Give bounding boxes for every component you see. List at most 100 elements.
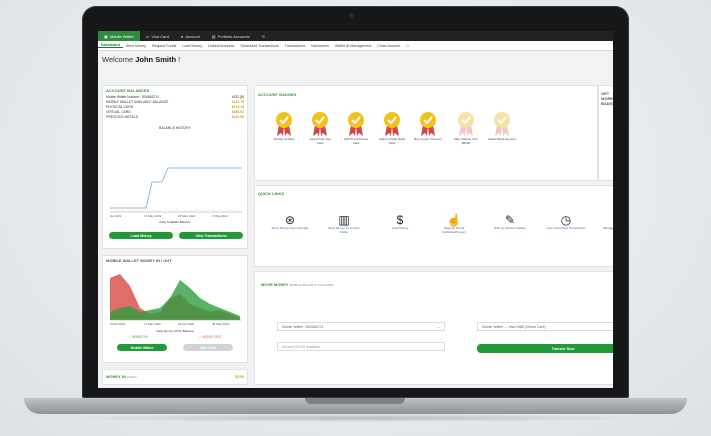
medal-icon — [494, 112, 510, 136]
view-transactions-button[interactable]: View Transactions — [179, 232, 243, 239]
envelope-icon[interactable]: ✉ — [256, 31, 271, 41]
card-title: ACCOUNT BALANCES — [106, 88, 150, 93]
visa-card-button[interactable]: Visa Card — [183, 344, 233, 351]
balance-label: PRECIOUS METALS — [106, 115, 138, 119]
tab-label: Portfolio Accounts — [217, 33, 250, 39]
badge-item: Add Virtual Visa Card — [306, 111, 334, 145]
quick-link[interactable]: ◷ View Scheduled Transactions — [546, 213, 586, 231]
welcome-heading: Welcome John Smith ! — [102, 55, 180, 64]
badge-label: Attach Credit/ Debit Card — [378, 137, 405, 145]
top-menu: ▣ Mobile Wallet ▭ Visa Card ● Account ▤ Port… — [98, 31, 613, 41]
nav-load-money[interactable]: Load Money — [179, 44, 205, 48]
medal-icon — [458, 112, 474, 136]
nav-transactions[interactable]: Transactions — [282, 44, 308, 48]
badge-label: Map Cheque Turn $5000 — [453, 137, 478, 145]
card-icon: ▭ — [145, 33, 150, 39]
medal-icon — [420, 112, 436, 136]
nav-send-money[interactable]: Send Money — [123, 44, 149, 48]
medal-icon — [276, 112, 292, 136]
badge-item: Add Physical Visa Card — [342, 111, 370, 145]
from-account-select[interactable]: Mobile Wallet : 800662274 ⌄ — [277, 322, 445, 331]
badge-label: Attach Bank Account — [488, 137, 516, 141]
money-in-label-group: MONEY IN TODAY — [106, 370, 137, 384]
quick-link[interactable]: ☷Manage Account Nicknames — [602, 213, 613, 231]
badge-item: Identity Verified — [270, 111, 298, 142]
user-icon: ● — [180, 33, 184, 39]
money-in-row: MONEY IN TODAY $150 — [103, 370, 247, 384]
to-account-select[interactable]: Mobile Wallet → Visa 9488 (Virtual Card)… — [477, 322, 613, 331]
quick-link-label: Send Money To Another Wallet — [328, 226, 360, 234]
legend-money-out: ✓ MONEY OUT — [198, 335, 222, 339]
amount-input[interactable]: Amount ($123) available — [277, 342, 445, 351]
medal-disc — [276, 112, 292, 128]
money-in-card: MONEY IN TODAY $150 — [102, 369, 248, 385]
nav-request-funds[interactable]: Request Funds — [149, 44, 179, 48]
medal-disc — [348, 112, 364, 128]
badge-item: Map Cheque Turn $5000 — [452, 111, 480, 145]
to-account-value: Mobile Wallet → Visa 9488 (Virtual Card) — [482, 324, 546, 329]
badge-item: Attach Credit/ Debit Card — [378, 111, 406, 145]
badge-label: Add Virtual Visa Card — [309, 137, 331, 145]
app-screen: ▣ Mobile Wallet ▭ Visa Card ● Account ▤ Port… — [98, 31, 613, 388]
x-tick: 7 May 2022 — [212, 214, 228, 218]
nav-close-account[interactable]: Close Account — [374, 44, 403, 48]
tab-label: Mobile Wallet — [109, 33, 134, 39]
quick-link[interactable]: ▥ Send Money To Another Wallet — [324, 213, 364, 234]
money-in-out-card: MOBILE WALLET MONEY IN / OUT 5 Mar 2022 … — [102, 255, 248, 363]
nav-nicknames[interactable]: Nicknames — [308, 44, 332, 48]
x-tick: 26 May 2022 — [178, 214, 196, 218]
quick-link[interactable]: ✎ Edit my Account Setting — [490, 213, 530, 231]
card-title: QUICK LINKS — [258, 191, 284, 196]
medal-disc — [458, 112, 474, 128]
money-in-value: $150 — [235, 374, 244, 379]
tab-account[interactable]: ● Account — [175, 31, 206, 41]
quick-link-label: Manage Account Nicknames — [602, 226, 613, 230]
x-tick: 05 May 2022 — [212, 322, 230, 326]
tab-mobile-wallet[interactable]: ▣ Mobile Wallet — [98, 31, 140, 41]
user-name: John Smith — [135, 55, 177, 64]
balance-line — [110, 167, 242, 209]
transfer-now-button[interactable]: Transfer Now — [477, 344, 613, 353]
tab-label: Account — [185, 33, 200, 39]
quick-link[interactable]: $ Load Money — [380, 213, 420, 231]
medal-disc — [312, 112, 328, 128]
chevron-down-icon: ⌄ — [437, 324, 440, 329]
legend: ✓ MONEY IN ✓ MONEY OUT — [103, 335, 247, 339]
quick-link[interactable]: ☝ Request Funds (Individual/Group) — [434, 213, 474, 234]
quick-link[interactable]: ⊛ Move Money Internationally — [270, 213, 310, 231]
hand-dollar-icon: ☝ — [446, 213, 462, 227]
nav-linked-accounts[interactable]: Linked Accounts — [205, 44, 237, 48]
x-tick: 21 Apr 2022 — [178, 322, 195, 326]
chart-title: BALANCE HISTORY — [159, 126, 191, 130]
badge-label: Buy Crypto Currency — [414, 137, 442, 141]
laptop-stage: ▣ Mobile Wallet ▭ Visa Card ● Account ▤ Port… — [0, 0, 711, 436]
nav-scheduled[interactable]: Scheduled Transactions — [237, 44, 281, 48]
legend-money-in: ✓ MONEY IN — [128, 335, 148, 339]
money-in-label: MONEY IN — [106, 374, 126, 379]
id-card-icon: ☷ — [602, 213, 613, 227]
legend-label: MONEY IN — [132, 335, 148, 339]
globe-money-icon: ⊛ — [284, 213, 296, 227]
envelope-icon[interactable]: ✉ — [403, 44, 412, 48]
x-tick: Jul 2021 — [110, 214, 122, 218]
x-tick: 17 May 2022 — [144, 214, 162, 218]
portfolio-icon: ▤ — [211, 33, 216, 39]
card-title: MOVE MONEY MOBILE WALLET & VISA CARD — [255, 272, 613, 289]
x-tick: 17 Mar 2022 — [144, 322, 161, 326]
clock-search-icon: ◷ — [560, 213, 572, 227]
tab-portfolio[interactable]: ▤ Portfolio Accounts — [206, 31, 256, 41]
load-money-button[interactable]: Load Money — [109, 232, 173, 239]
mobile-wallet-button[interactable]: Mobile Wallet — [117, 344, 167, 351]
camera-icon — [349, 13, 354, 18]
laptop-notch — [305, 398, 405, 404]
nav-dashboard[interactable]: Dashboard — [98, 43, 123, 48]
nav-wallet-id[interactable]: Wallet ID Management — [332, 44, 374, 48]
medal-icon — [384, 112, 400, 136]
tab-visa-card[interactable]: ▭ Visa Card — [140, 31, 175, 41]
medal-icon — [312, 112, 328, 136]
card-title: ACCOUNT BADGES — [258, 92, 297, 97]
x-axis-label: Daily Available Balance — [159, 220, 191, 224]
card-title: MOBILE WALLET MONEY IN / OUT — [106, 258, 172, 263]
quick-link-label: Request Funds (Individual/Group) — [442, 226, 466, 234]
quick-link-label: Edit my Account Setting — [494, 226, 526, 230]
